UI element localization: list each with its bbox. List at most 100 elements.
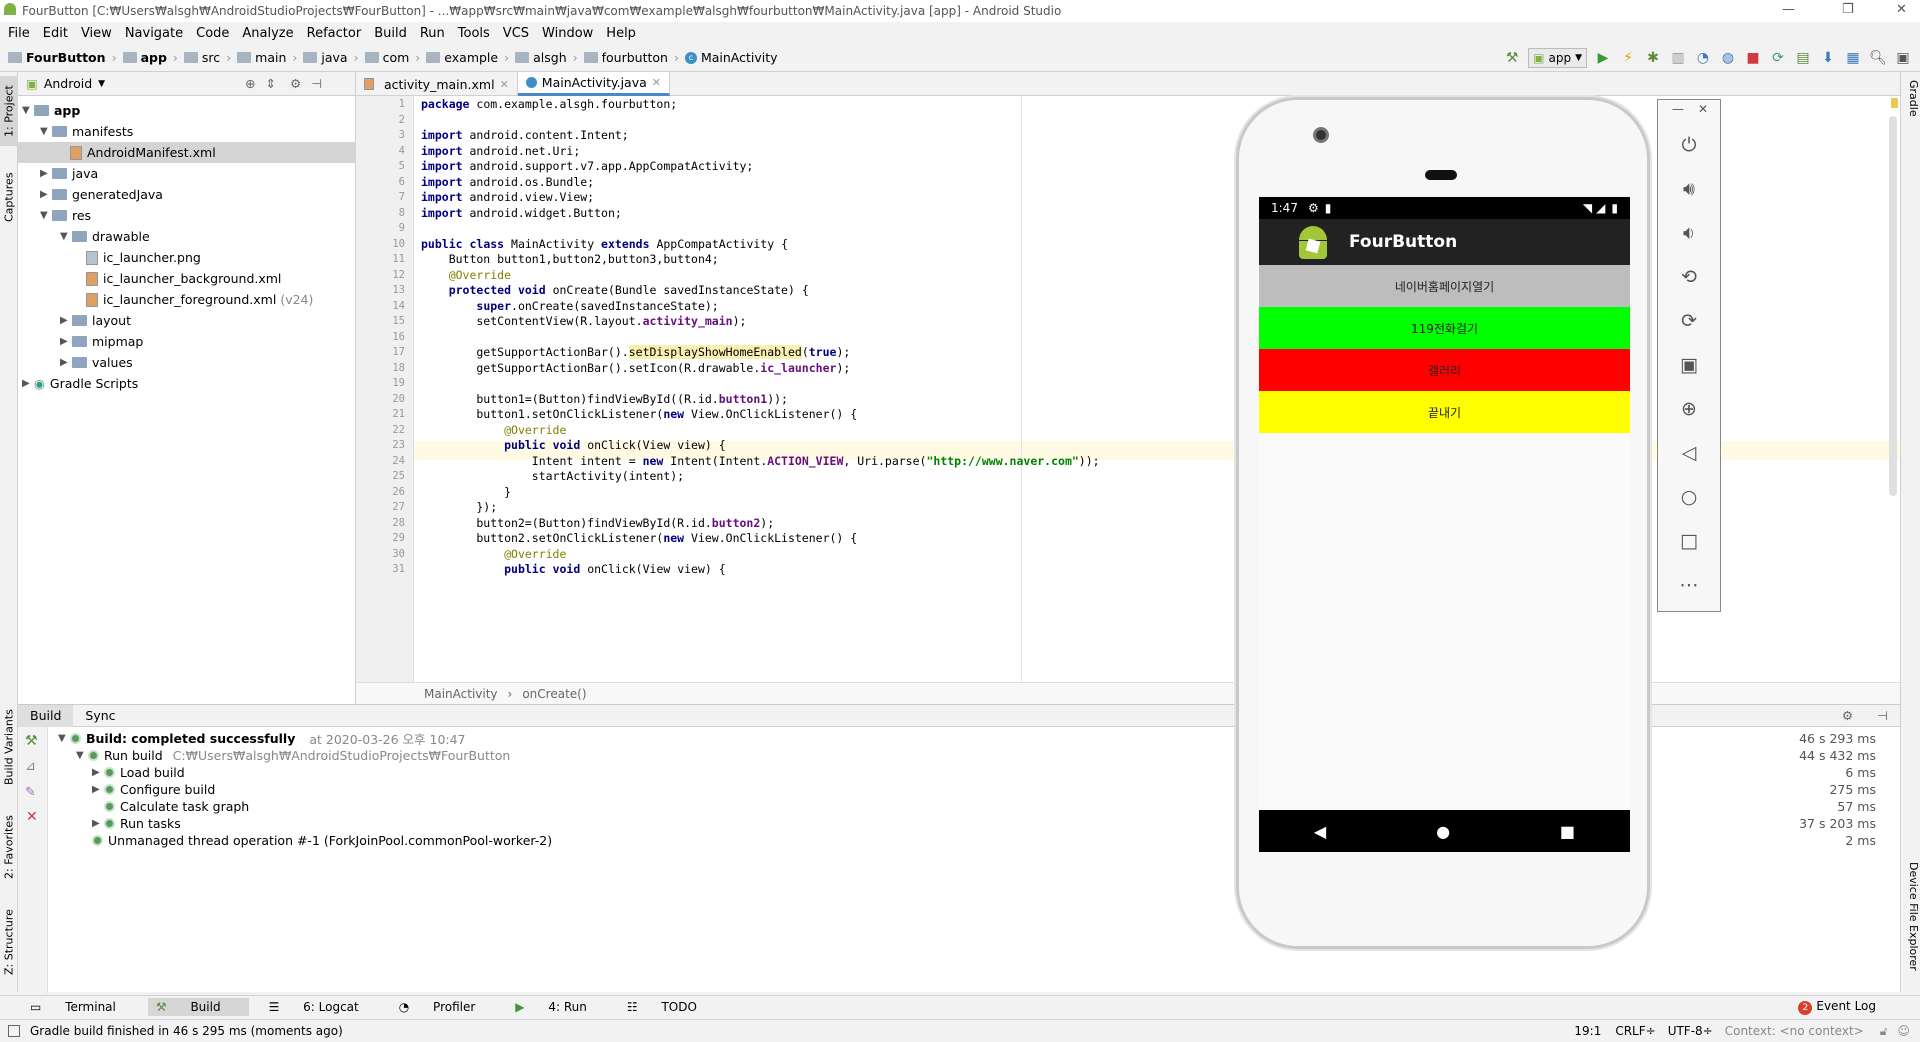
build-row[interactable]: ▶ Load build	[92, 764, 185, 781]
context-indicator[interactable]: Context: <no context>	[1725, 1024, 1864, 1038]
power-icon[interactable]: ⏻	[1658, 134, 1720, 156]
line-separator[interactable]: CRLF÷	[1615, 1024, 1655, 1038]
make-project-icon[interactable]: ⚒	[1503, 49, 1521, 67]
chevron-right-icon[interactable]: ▶	[40, 168, 52, 179]
collapse-icon[interactable]: ⇕	[266, 76, 276, 91]
favorites-tool-tab[interactable]: 2: Favorites	[0, 807, 18, 887]
tab-profiler[interactable]: ◔ Profiler	[399, 1000, 496, 1014]
emulator-screen[interactable]: 1:47 ⚙ ▮ ◥ ◢ ▮ FourButton 네이버홈페이지열기 119전…	[1259, 197, 1630, 852]
tab-run[interactable]: ▶ 4: Run	[515, 1000, 607, 1014]
minimize-icon[interactable]: —	[1782, 2, 1795, 17]
caret-position[interactable]: 19:1	[1574, 1024, 1601, 1038]
code-line[interactable]: public void onClick(View view) {	[421, 438, 726, 452]
more-icon[interactable]: ⋯	[1658, 574, 1720, 596]
project-structure-icon[interactable]: ▦	[1844, 49, 1862, 67]
pin-icon[interactable]: ✎	[25, 785, 36, 800]
status-toggle-icon[interactable]	[8, 1025, 20, 1037]
tab-activity-main-xml[interactable]: activity_main.xml ✕	[356, 72, 518, 96]
code-line[interactable]: import android.widget.Button;	[421, 206, 622, 220]
build-row[interactable]: ▶ Configure build	[92, 781, 215, 798]
breadcrumb-item[interactable]: src	[202, 50, 220, 65]
tree-item-ic-launcher-background[interactable]: ic_launcher_background.xml	[18, 268, 356, 289]
code-line[interactable]: import android.content.Intent;	[421, 128, 629, 142]
event-log-button[interactable]: 2 Event Log	[1798, 999, 1896, 1015]
gear-icon[interactable]: ⚙	[290, 76, 301, 91]
debug-icon[interactable]: ✱	[1644, 49, 1662, 67]
close-icon[interactable]: ✕	[1896, 2, 1907, 17]
recents-icon[interactable]: ■	[1560, 822, 1575, 841]
code-line[interactable]: @Override	[421, 423, 566, 437]
code-line[interactable]: getSupportActionBar().setIcon(R.drawable…	[421, 361, 850, 375]
tab-mainactivity-java[interactable]: MainActivity.java ✕	[517, 72, 670, 96]
build-row[interactable]: Calculate task graph	[104, 798, 249, 815]
code-line[interactable]: @Override	[421, 547, 566, 561]
tree-item-app[interactable]: ▼ app	[18, 100, 356, 121]
tree-item-res[interactable]: ▼ res	[18, 205, 356, 226]
avd-icon[interactable]: ◍	[1719, 49, 1737, 67]
breadcrumb-item[interactable]: java	[321, 50, 347, 65]
build-row[interactable]: ▼ Run build C:₩Users₩alsgh₩AndroidStudioPr…	[76, 747, 510, 764]
tree-item-ic-launcher-png[interactable]: ic_launcher.png	[18, 247, 356, 268]
code-line[interactable]: public class MainActivity extends AppCom…	[421, 237, 788, 251]
tab-build-tool[interactable]: ⚒ Build	[147, 997, 249, 1016]
chevron-down-icon[interactable]: ▼	[22, 105, 34, 116]
editor-crumb-class[interactable]: MainActivity	[424, 687, 498, 701]
code-line[interactable]: protected void onCreate(Bundle savedInst…	[421, 283, 809, 297]
naver-homepage-button[interactable]: 네이버홈페이지열기	[1259, 265, 1630, 307]
chevron-down-icon[interactable]: ▼	[76, 750, 88, 761]
search-icon[interactable]: 🔍︎	[1869, 49, 1887, 67]
chevron-down-icon[interactable]: ▼	[60, 231, 72, 242]
chevron-right-icon[interactable]: ▶	[60, 315, 72, 326]
tree-item-java[interactable]: ▶ java	[18, 163, 356, 184]
breadcrumb-item[interactable]: MainActivity	[701, 50, 778, 65]
code-line[interactable]: button1.setOnClickListener(new View.OnCl…	[421, 407, 857, 421]
code-line[interactable]: public void onClick(View view) {	[421, 562, 726, 576]
back-icon[interactable]: ◀	[1314, 822, 1326, 841]
code-line[interactable]: import android.net.Uri;	[421, 144, 580, 158]
editor-crumb-method[interactable]: onCreate()	[522, 687, 586, 701]
profile-icon[interactable]: ▥	[1669, 49, 1687, 67]
warning-marker[interactable]	[1891, 98, 1898, 108]
structure-tool-tab[interactable]: Z: Structure	[0, 902, 18, 982]
tab-logcat[interactable]: ☰ 6: Logcat	[269, 1000, 379, 1014]
gradle-tool-tab[interactable]: Gradle	[1902, 80, 1920, 140]
project-view-select[interactable]: Android	[44, 76, 92, 91]
code-line[interactable]: Button button1,button2,button3,button4;	[421, 252, 719, 266]
stop-icon[interactable]: ■	[1744, 49, 1762, 67]
breadcrumb-item[interactable]: example	[444, 50, 498, 65]
code-line[interactable]: @Override	[421, 268, 511, 282]
sdk-manager-icon[interactable]: ⬇	[1819, 49, 1837, 67]
device-file-explorer-tab[interactable]: Device File Explorer	[1902, 862, 1920, 990]
code-line[interactable]: button2=(Button)findViewById(R.id.button…	[421, 516, 774, 530]
gear-icon[interactable]: ⚙	[1830, 708, 1865, 723]
breadcrumb-item[interactable]: alsgh	[533, 50, 567, 65]
volume-up-icon[interactable]: 🔊︎	[1658, 178, 1720, 200]
editor-scrollbar[interactable]	[1889, 116, 1897, 496]
tree-item-manifests[interactable]: ▼ manifests	[18, 121, 356, 142]
chevron-right-icon[interactable]: ▶	[60, 336, 72, 347]
maximize-icon[interactable]: ❐	[1842, 2, 1854, 17]
chevron-down-icon[interactable]: ▼	[40, 210, 52, 221]
breadcrumb-item[interactable]: com	[383, 50, 410, 65]
hammer-icon[interactable]: ⚒	[25, 733, 38, 749]
menu-file[interactable]: File	[8, 26, 30, 41]
code-line[interactable]: super.onCreate(savedInstanceState);	[421, 299, 718, 313]
tab-sync[interactable]: Sync	[73, 708, 127, 723]
tab-terminal[interactable]: ▭ Terminal	[30, 1000, 136, 1014]
close-icon[interactable]: ✕	[26, 809, 38, 825]
chevron-down-icon[interactable]: ▼	[58, 733, 70, 744]
filter-icon[interactable]: ⊿	[25, 759, 36, 774]
chevron-right-icon[interactable]: ▶	[22, 378, 34, 389]
lock-icon[interactable]: 🔓︎	[1880, 1024, 1888, 1039]
menu-help[interactable]: Help	[606, 26, 636, 41]
file-encoding[interactable]: UTF-8÷	[1668, 1024, 1713, 1038]
tab-build[interactable]: Build	[18, 704, 74, 727]
code-line[interactable]: button1=(Button)findViewById((R.id.butto…	[421, 392, 788, 406]
close-icon[interactable]: ✕	[500, 78, 509, 91]
back-icon[interactable]: ◁	[1658, 442, 1720, 464]
apply-changes-icon[interactable]: ⚡	[1619, 49, 1637, 67]
code-line[interactable]: startActivity(intent);	[421, 469, 684, 483]
tree-item-generatedjava[interactable]: ▶ generatedJava	[18, 184, 356, 205]
call-119-button[interactable]: 119전화걸기	[1259, 307, 1630, 349]
menu-code[interactable]: Code	[196, 26, 229, 41]
